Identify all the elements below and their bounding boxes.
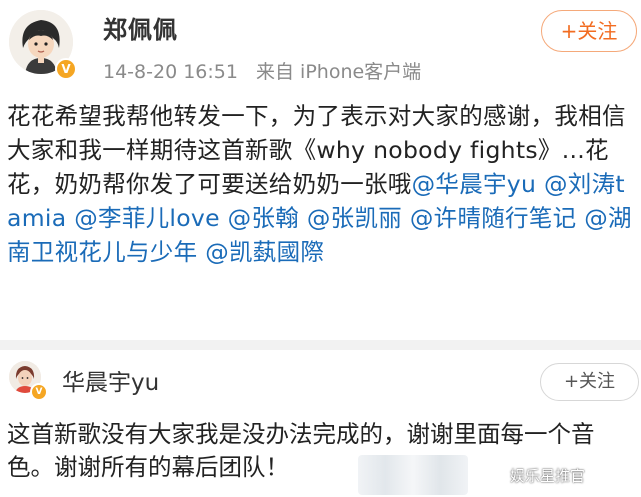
reply-follow-button[interactable]: +关注 bbox=[540, 363, 639, 401]
post-source: 来自 iPhone客户端 bbox=[256, 61, 422, 83]
mention-link[interactable]: @李菲儿love bbox=[74, 204, 220, 232]
post-author-name[interactable]: 郑佩佩 bbox=[103, 10, 178, 45]
weibo-post: V 郑佩佩 14-8-20 16:51 来自 iPhone客户端 +关注 花花希… bbox=[0, 0, 641, 340]
mention-link[interactable]: @张凯丽 bbox=[307, 204, 402, 232]
section-divider bbox=[0, 340, 641, 350]
reply-verified-badge-icon: V bbox=[30, 383, 48, 401]
mention-link[interactable]: @凯蓺國際 bbox=[205, 238, 324, 266]
follow-button[interactable]: +关注 bbox=[541, 10, 637, 52]
mention-link[interactable]: @华晨宇yu bbox=[412, 170, 537, 198]
blurred-region bbox=[358, 455, 468, 495]
watermark-text: 娱乐星推官 bbox=[510, 467, 586, 485]
verified-badge-icon: V bbox=[55, 58, 77, 80]
post-meta: 14-8-20 16:51 来自 iPhone客户端 bbox=[103, 57, 433, 84]
post-body: 花花希望我帮他转发一下，为了表示对大家的感谢，我相信大家和我一样期待这首新歌《w… bbox=[7, 99, 635, 269]
mention-link[interactable]: @许晴随行笔记 bbox=[410, 204, 577, 232]
post-timestamp: 14-8-20 16:51 bbox=[103, 61, 238, 83]
reply-author-name[interactable]: 华晨宇yu bbox=[62, 363, 159, 397]
mention-link[interactable]: @张翰 bbox=[228, 204, 299, 232]
